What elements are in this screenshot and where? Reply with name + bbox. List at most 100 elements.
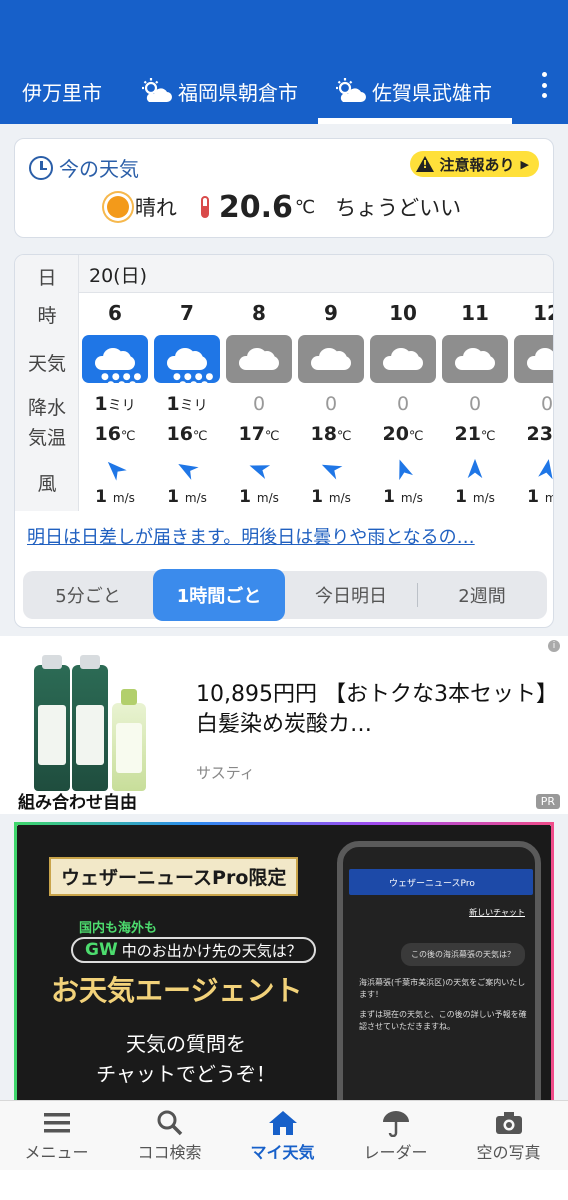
hour-column[interactable]: 12 0 23℃ 1 m/s: [511, 255, 554, 511]
gw-question-pill: GW 中のお出かけ先の天気は？: [71, 937, 316, 963]
warning-icon: !: [415, 156, 434, 172]
rain-icon: ●●●● ●●●: [154, 335, 220, 390]
tab-label: 福岡県朝倉市: [178, 80, 298, 105]
ad-info-icon[interactable]: i: [548, 640, 560, 652]
temperature-unit: ℃: [294, 196, 316, 218]
agent-title: お天気エージェント: [51, 974, 303, 1007]
phone-reply-2: まずは現在の天気と、この後の詳しい予報を確認させていただきますね。: [359, 1010, 527, 1031]
wind-speed-value: 1 m/s: [383, 487, 423, 507]
hour-label: 11: [461, 301, 489, 325]
wind-speed-value: 1 m/s: [455, 487, 495, 507]
nav-sky-photos[interactable]: 空の写真: [452, 1101, 565, 1171]
cloud-sun-icon: [142, 78, 172, 102]
wind-speed-value: 1 m/s: [167, 487, 207, 507]
current-weather-title: 今の天気: [29, 153, 139, 182]
temp-value: 16℃: [166, 423, 208, 445]
forecast-summary-link[interactable]: 明日は日差しが届きます。明後日は曇りや雨となるの…: [27, 523, 475, 549]
clock-icon: [29, 155, 53, 180]
current-weather-card[interactable]: 今の天気 ! 注意報あり ▶ 晴れ 20.6 ℃ ちょうどいい: [14, 138, 554, 238]
phone-app-bar: ウェザーニュースPro: [349, 869, 533, 895]
phone-reply: 海浜幕張(千葉市美浜区)の天気をご案内いたします！: [359, 978, 526, 999]
tab-takeo[interactable]: 佐賀県武雄市: [334, 58, 492, 124]
cloud-sun-icon: [336, 78, 366, 102]
hour-column[interactable]: 11 0 21℃ 1 m/s: [439, 255, 511, 511]
pr-badge: PR: [535, 794, 560, 809]
temp-value: 18℃: [310, 423, 352, 445]
ad-title[interactable]: 10,895円円 【おトクな3本セット】白髪染め炭酸カ…: [196, 680, 556, 740]
search-icon: [157, 1110, 183, 1136]
precip-value: 1ミリ: [166, 393, 208, 415]
precip-value: 0: [540, 393, 554, 415]
hour-label: 10: [389, 301, 417, 325]
more-options-icon[interactable]: [540, 72, 548, 98]
system-gesture-area: [0, 1170, 568, 1200]
interval-today-tomorrow-button[interactable]: 今日明日: [285, 571, 417, 619]
hour-column[interactable]: 7 ●●●● ●●● 1ミリ 16℃ 1 m/s: [151, 255, 223, 511]
nav-menu[interactable]: メニュー: [0, 1101, 113, 1171]
active-tab-indicator: [318, 118, 512, 124]
menu-icon: [44, 1113, 70, 1133]
hour-label: 9: [324, 301, 338, 325]
comfort-text: ちょうどいい: [335, 196, 462, 220]
wind-direction-icon: [319, 457, 343, 481]
hour-column[interactable]: 10 0 20℃ 1 m/s: [367, 255, 439, 511]
sun-icon: [106, 196, 129, 218]
chevron-right-icon: ▶: [520, 157, 529, 171]
hourly-forecast-card: 日 時 天気 降水 気温 風 20(日) 6 ●●●● ●●● 1ミリ 16℃ 1 m/…: [14, 254, 554, 628]
interval-5min-button[interactable]: 5分ごと: [23, 571, 153, 619]
hour-label: 7: [180, 301, 194, 325]
cloud-icon: [514, 335, 553, 383]
camera-icon: [496, 1112, 522, 1134]
label-hour: 時: [37, 305, 57, 327]
hour-column[interactable]: 8 0 17℃ 1 m/s: [223, 255, 295, 511]
home-icon: [269, 1111, 297, 1135]
precip-value: 0: [324, 393, 338, 415]
pro-limited-label: ウェザーニュースPro限定: [49, 857, 299, 896]
tab-label: 佐賀県武雄市: [372, 80, 492, 105]
product-ad[interactable]: i 組み合わせ自由 10,895円円 【おトクな3本セット】白髪染め炭酸カ… サ…: [0, 636, 568, 814]
cloud-icon: [370, 335, 436, 383]
agent-promo-banner[interactable]: ウェザーニュースPro限定 国内も海外も GW 中のお出かけ先の天気は？ お天気…: [14, 822, 554, 1104]
wind-speed-value: 1 m/s: [527, 487, 553, 507]
tab-asakura[interactable]: 福岡県朝倉市: [140, 58, 298, 124]
nav-radar[interactable]: レーダー: [339, 1101, 452, 1171]
tab-imari[interactable]: 伊万里市: [22, 58, 102, 124]
banner-question-line: チャットでどうぞ！: [96, 1062, 276, 1086]
label-day: 日: [37, 267, 57, 289]
wind-direction-icon: [535, 457, 553, 481]
nav-search[interactable]: ココ検索: [113, 1101, 226, 1171]
precip-value: 0: [252, 393, 266, 415]
banner-question-line: 天気の質問を: [126, 1032, 246, 1056]
hour-label: 12: [533, 301, 553, 325]
product-image: [30, 646, 155, 791]
hour-label: 8: [252, 301, 266, 325]
label-weather: 天気: [27, 353, 66, 375]
rain-icon: ●●●● ●●●: [82, 335, 148, 390]
temp-value: 20℃: [382, 423, 424, 445]
nav-my-weather[interactable]: マイ天気: [226, 1101, 339, 1171]
label-temp: 気温: [27, 427, 66, 449]
location-tabs: 伊万里市 福岡県朝倉市 佐賀県武雄市: [0, 58, 568, 124]
ad-image-caption: 組み合わせ自由: [18, 793, 137, 813]
cloud-icon: [442, 335, 508, 383]
temp-value: 17℃: [238, 423, 280, 445]
banner-subtitle: 国内も海外も: [79, 921, 158, 936]
wind-direction-icon: [391, 457, 415, 481]
hour-column[interactable]: 9 0 18℃ 1 m/s: [295, 255, 367, 511]
warning-badge[interactable]: ! 注意報あり ▶: [409, 151, 539, 177]
hour-column[interactable]: 6 ●●●● ●●● 1ミリ 16℃ 1 m/s: [79, 255, 151, 511]
row-labels: 日 時 天気 降水 気温 風: [15, 255, 79, 511]
wind-direction-icon: [175, 457, 199, 481]
temp-value: 21℃: [454, 423, 496, 445]
condition-text: 晴れ: [134, 196, 177, 220]
interval-hourly-button[interactable]: 1時間ごと: [153, 569, 285, 621]
interval-2weeks-button[interactable]: 2週間: [417, 571, 547, 619]
thermometer-icon: [200, 196, 209, 218]
app-header: 伊万里市 福岡県朝倉市 佐賀県武雄市: [0, 0, 568, 124]
precip-value: 0: [396, 393, 410, 415]
ad-source: サスティ: [196, 764, 255, 782]
hour-label: 6: [108, 301, 122, 325]
cloud-icon: [226, 335, 292, 383]
phone-user-bubble: この後の海浜幕張の天気は？: [401, 943, 525, 966]
wind-speed-value: 1 m/s: [239, 487, 279, 507]
